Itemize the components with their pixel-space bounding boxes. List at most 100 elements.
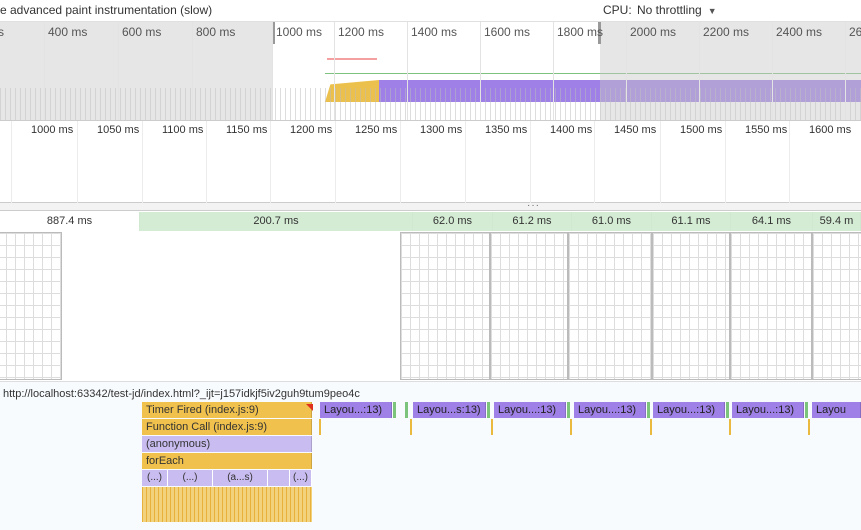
sub-call-event[interactable]: (...) [168, 470, 213, 486]
frame-duration[interactable]: 61.1 ms [652, 212, 731, 231]
screenshot-frame[interactable] [568, 232, 652, 380]
time-ruler: 1000 ms 1050 ms 1100 ms 1150 ms 1200 ms 1250 … [0, 121, 861, 203]
screenshot-frame[interactable] [730, 232, 812, 380]
cpu-throttle-label: CPU: [603, 3, 632, 17]
cpu-throttle-value: No throttling [637, 3, 702, 17]
sub-call-event[interactable]: (...) [142, 470, 168, 486]
ruler-time-label: 1500 ms [680, 124, 723, 136]
ruler-gridline [206, 121, 207, 203]
frame-duration[interactable]: 59.4 m [813, 212, 861, 231]
ruler-time-label: 1450 ms [614, 124, 657, 136]
overview-tick [118, 22, 119, 120]
screenshots-track [0, 232, 861, 382]
paint-event[interactable] [405, 402, 408, 418]
anonymous-event[interactable]: (anonymous) [142, 436, 312, 452]
frame-duration[interactable]: 200.7 ms [140, 212, 413, 231]
cpu-throttle-select[interactable]: No throttling ▼ [637, 3, 717, 17]
script-slice[interactable] [570, 419, 572, 435]
sub-call-event[interactable]: (...) [290, 470, 312, 486]
layout-event[interactable]: Layou...:13) [320, 402, 392, 418]
frame-duration[interactable]: 62.0 ms [413, 212, 493, 231]
ruler-gridline [660, 121, 661, 203]
overview-tick [553, 22, 554, 120]
overview-time-label: 2200 ms [703, 25, 750, 39]
splitter-grip-icon[interactable]: ··· [527, 200, 540, 211]
overview-time-label: 0 ms [0, 25, 4, 39]
paint-event[interactable] [805, 402, 808, 418]
overview-tick [626, 22, 627, 120]
advanced-paint-checkbox-label[interactable]: e advanced paint instrumentation (slow) [0, 3, 212, 17]
overview-tick [407, 22, 408, 120]
paint-event[interactable] [393, 402, 396, 418]
screenshot-frame[interactable] [490, 232, 568, 380]
paint-event[interactable] [567, 402, 570, 418]
ruler-gridline [594, 121, 595, 203]
ruler-time-label: 1200 ms [290, 124, 333, 136]
paint-event[interactable] [647, 402, 650, 418]
frame-duration[interactable]: 61.2 ms [493, 212, 572, 231]
overview-time-label: 1800 ms [557, 25, 604, 39]
sub-call-event[interactable] [268, 470, 290, 486]
overview-tick [772, 22, 773, 120]
dropdown-arrow-icon: ▼ [707, 6, 717, 16]
overview-tick [845, 22, 846, 120]
frame-duration[interactable]: 887.4 ms [0, 212, 140, 231]
overview-tick [699, 22, 700, 120]
overview-time-label: 26 [849, 25, 861, 39]
layout-event[interactable]: Layou...:13) [574, 402, 646, 418]
script-slice[interactable] [808, 419, 810, 435]
ruler-gridline [142, 121, 143, 203]
warning-corner-icon [306, 404, 313, 411]
screenshot-frame[interactable] [812, 232, 861, 380]
layout-event[interactable]: Layou...:13) [653, 402, 725, 418]
ruler-gridline [400, 121, 401, 203]
overview-time-label: 600 ms [122, 25, 162, 39]
screenshot-frame[interactable] [0, 232, 62, 380]
sub-call-event[interactable]: (a...s) [213, 470, 268, 486]
layout-event[interactable]: Layou...:13) [732, 402, 804, 418]
ruler-time-label: 1250 ms [355, 124, 398, 136]
ruler-time-label: 1150 ms [226, 124, 268, 136]
script-slice[interactable] [410, 419, 412, 435]
frame-duration[interactable]: 61.0 ms [572, 212, 652, 231]
ruler-gridline [789, 121, 790, 203]
overview-time-label: 1000 ms [276, 25, 323, 39]
panel-splitter[interactable] [0, 203, 861, 211]
timer-fired-event[interactable]: Timer Fired (index.js:9) [142, 402, 312, 418]
ruler-gridline [270, 121, 271, 203]
paint-event[interactable] [487, 402, 490, 418]
ruler-time-label: 1400 ms [550, 124, 593, 136]
ruler-gridline [335, 121, 336, 203]
ruler-gridline [725, 121, 726, 203]
frame-duration[interactable]: 64.1 ms [731, 212, 813, 231]
layout-event[interactable]: Layou...s:13) [413, 402, 486, 418]
ruler-time-label: 1000 ms [31, 124, 74, 136]
script-slice[interactable] [491, 419, 493, 435]
function-call-event[interactable]: Function Call (index.js:9) [142, 419, 312, 435]
layout-event[interactable]: Layou [812, 402, 861, 418]
overview-time-label: 1600 ms [484, 25, 531, 39]
deep-call-stack[interactable] [142, 487, 312, 522]
timeline-overview[interactable]: 0 ms 400 ms 600 ms 800 ms 1000 ms 1200 ms 1400… [0, 22, 861, 121]
flame-url-label: http://localhost:63342/test-jd/index.htm… [3, 388, 360, 400]
script-slice[interactable] [650, 419, 652, 435]
screenshot-frame[interactable] [400, 232, 490, 380]
ruler-time-label: 1550 ms [745, 124, 788, 136]
ruler-time-label: 1350 ms [485, 124, 528, 136]
ruler-time-label: 1050 ms [97, 124, 140, 136]
timeline-toolbar: e advanced paint instrumentation (slow) … [0, 0, 861, 22]
ruler-time-label: 1300 ms [420, 124, 463, 136]
ruler-gridline [530, 121, 531, 203]
ruler-time-label: 1100 ms [162, 124, 204, 136]
paint-event[interactable] [726, 402, 729, 418]
overview-tick [192, 22, 193, 120]
ruler-time-label: 1600 ms [809, 124, 852, 136]
overview-time-label: 400 ms [48, 25, 88, 39]
ruler-gridline [465, 121, 466, 203]
screenshot-frame[interactable] [652, 232, 730, 380]
foreach-event[interactable]: forEach [142, 453, 312, 469]
script-slice[interactable] [319, 419, 321, 435]
ruler-gridline [77, 121, 78, 203]
layout-event[interactable]: Layou...:13) [494, 402, 566, 418]
script-slice[interactable] [729, 419, 731, 435]
